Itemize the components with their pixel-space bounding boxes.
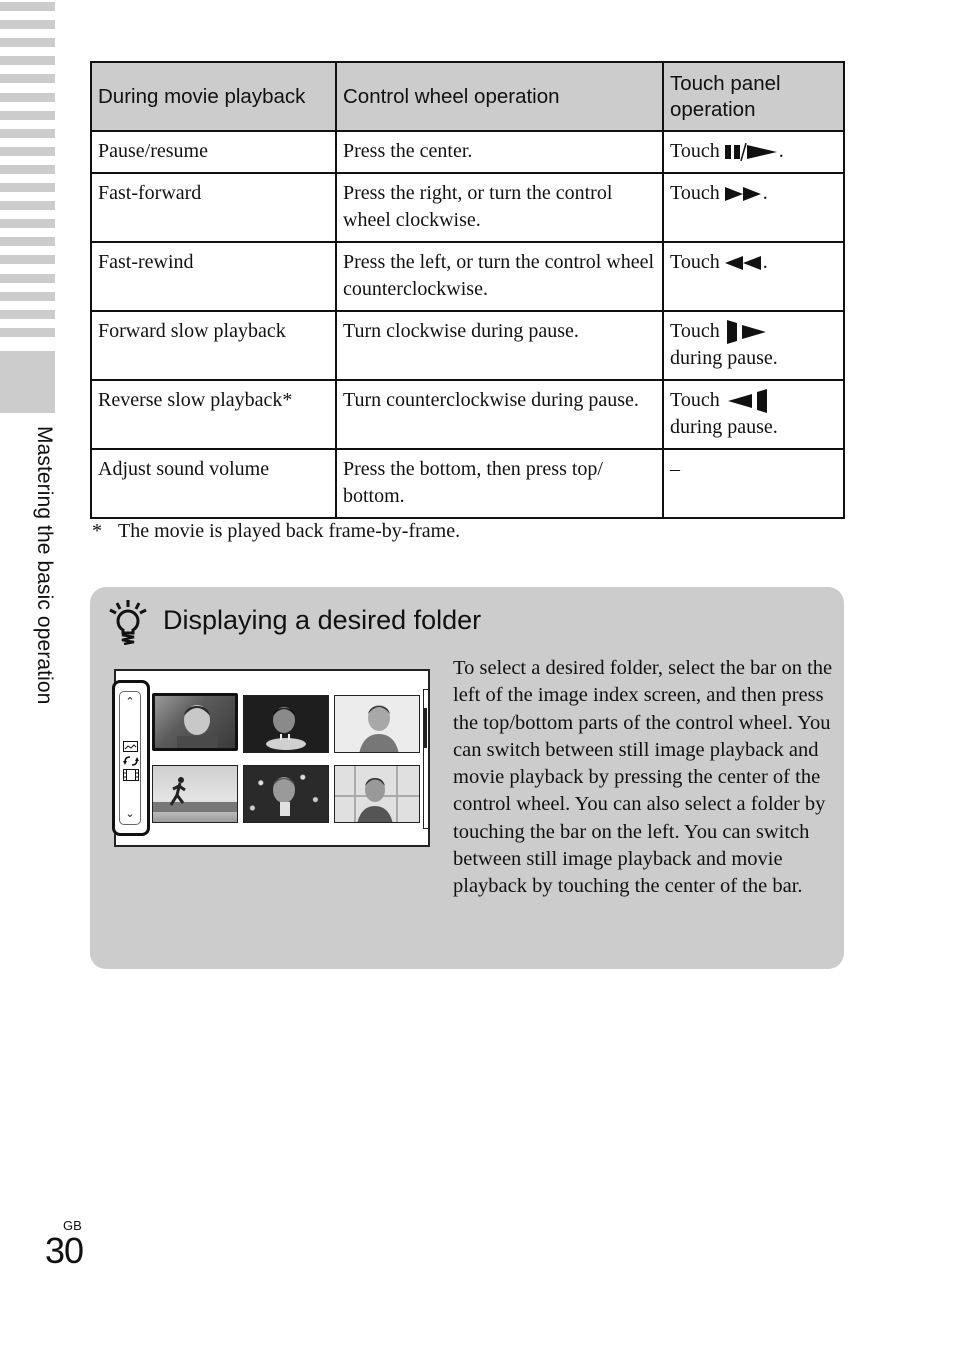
side-tab-label: Mastering the basic operation	[33, 426, 56, 705]
cell-wheel: Press the bottom, then press top/ bottom…	[335, 448, 664, 519]
side-tab-stripe	[0, 183, 55, 192]
header-control-wheel-operation: Control wheel operation	[335, 61, 664, 132]
side-tab-stripe	[0, 92, 55, 102]
side-tab-stripe	[0, 237, 55, 247]
touch-suffix: .	[762, 182, 768, 204]
footnote-text: The movie is played back frame-by-frame.	[118, 520, 461, 542]
movie-icon	[123, 768, 139, 781]
cell-action: Reverse slow playback*	[90, 379, 337, 450]
movie-playback-operations-table: During movie playback Control wheel oper…	[90, 61, 845, 519]
folder-select-bar[interactable]: ⌃ ⌄	[112, 680, 150, 836]
fast-forward-icon	[724, 185, 763, 203]
cell-touch: Touch during pause.	[662, 310, 845, 381]
touch-prefix: Touch	[670, 389, 720, 411]
pause-play-icon	[724, 143, 779, 162]
header-touch-panel-operation: Touch panel operation	[662, 61, 845, 132]
touch-second-line: during pause.	[670, 416, 778, 438]
slow-forward-icon	[725, 320, 769, 345]
hint-box: Displaying a desired folder ⌃ ⌄ To selec…	[90, 587, 844, 969]
cell-wheel: Press the right, or turn the control whe…	[335, 172, 664, 243]
cell-touch: Touch .	[662, 241, 845, 312]
touch-second-line: during pause.	[670, 347, 778, 369]
thumbnail-boy-portrait-white[interactable]	[334, 695, 420, 753]
side-tab-stripe	[0, 38, 55, 48]
folder-bar-inner: ⌃ ⌄	[119, 691, 141, 825]
cell-touch: Touch .	[662, 130, 845, 174]
fast-rewind-icon	[724, 254, 763, 272]
side-tab-active-block	[0, 351, 55, 413]
side-tab-stripe	[0, 164, 55, 174]
table-row: Fast-forward Press the right, or turn th…	[90, 172, 845, 243]
touch-prefix: Touch	[670, 140, 720, 162]
side-tab-stripe	[0, 2, 55, 11]
table-header-row: During movie playback Control wheel oper…	[90, 61, 845, 132]
side-tab-stripe	[0, 110, 55, 120]
side-tab-stripe	[0, 74, 55, 84]
cell-action: Fast-forward	[90, 172, 337, 243]
slow-reverse-icon	[725, 389, 769, 414]
hint-title: Displaying a desired folder	[163, 605, 482, 635]
cell-touch: Touch .	[662, 172, 845, 243]
thumbnail-boy-bokeh-lights[interactable]	[243, 765, 329, 823]
table-row: Adjust sound volume Press the bottom, th…	[90, 448, 845, 519]
still-image-icon	[123, 740, 139, 752]
cell-wheel: Press the center.	[335, 130, 664, 174]
side-tab-stripe	[0, 255, 55, 265]
page-number: 30	[45, 1230, 84, 1271]
cell-wheel: Turn counterclockwise during pause.	[335, 379, 664, 450]
cell-touch: Touch during pause.	[662, 379, 845, 450]
cell-action: Fast-rewind	[90, 241, 337, 312]
table-row: Reverse slow playback* Turn counterclock…	[90, 379, 845, 450]
cell-action: Forward slow playback	[90, 310, 337, 381]
side-tab-stripe	[0, 291, 55, 301]
cell-wheel: Turn clockwise during pause.	[335, 310, 664, 381]
image-index-screen-illustration: ⌃ ⌄	[112, 669, 430, 847]
cell-touch: –	[662, 448, 845, 519]
index-scrollbar[interactable]	[423, 689, 428, 829]
header-during-movie-playback: During movie playback	[90, 61, 337, 132]
side-tab-stripe	[0, 219, 55, 229]
side-tab-stripe	[0, 201, 55, 211]
touch-prefix: Touch	[670, 251, 720, 273]
cell-wheel: Press the left, or turn the control whee…	[335, 241, 664, 312]
side-tab-stripe	[0, 146, 55, 156]
chevron-down-icon: ⌄	[125, 807, 135, 820]
hint-body-text: To select a desired folder, select the b…	[453, 657, 833, 898]
side-tab-stripe	[0, 56, 55, 66]
side-tab-stripe	[0, 273, 55, 283]
touch-prefix: Touch	[670, 320, 720, 342]
table-row: Pause/resume Press the center. Touch .	[90, 130, 845, 174]
cell-action: Pause/resume	[90, 130, 337, 174]
hint-lightbulb-icon	[108, 599, 148, 646]
cell-action: Adjust sound volume	[90, 448, 337, 519]
thumbnail-runner-beach[interactable]	[152, 765, 238, 823]
scrollbar-thumb[interactable]	[424, 708, 427, 748]
touch-suffix: .	[778, 140, 784, 162]
touch-prefix: Touch	[670, 182, 720, 204]
footnote-mark: *	[92, 520, 102, 542]
chevron-up-icon: ⌃	[125, 695, 135, 708]
switch-icon	[123, 754, 139, 766]
side-tab-stripe	[0, 128, 55, 138]
table-row: Fast-rewind Press the left, or turn the …	[90, 241, 845, 312]
touch-suffix: .	[762, 251, 768, 273]
table-row: Forward slow playback Turn clockwise dur…	[90, 310, 845, 381]
thumbnail-boy-window[interactable]	[334, 765, 420, 823]
footnote: * The movie is played back frame-by-frame…	[92, 520, 460, 543]
thumbnail-girl-birthday-cake[interactable]	[243, 695, 329, 753]
side-tab-stripe	[0, 20, 55, 30]
side-tab-stripe	[0, 327, 55, 337]
thumbnail-boy-portrait-outdoor[interactable]	[152, 693, 238, 751]
side-tab-stripe	[0, 309, 55, 319]
